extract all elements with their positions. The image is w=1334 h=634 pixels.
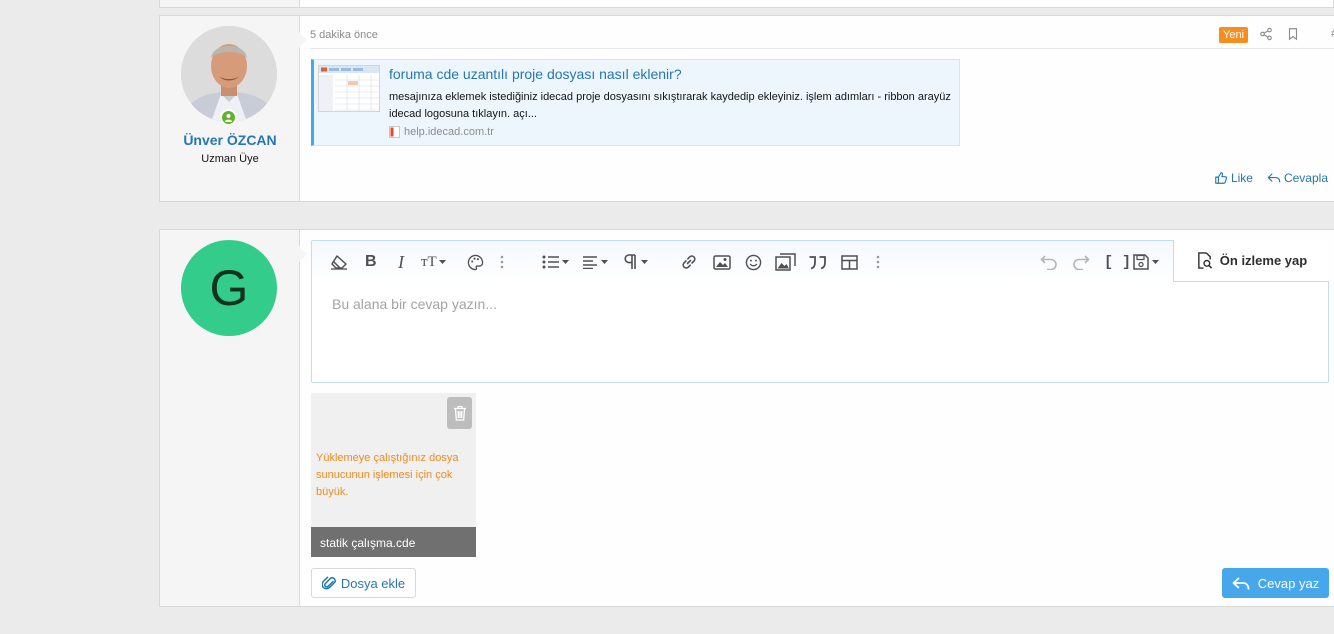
attachment-card: Yüklemeye çalıştığınız dosya sunucunun i… — [311, 393, 476, 557]
save-draft-icon[interactable] — [1133, 253, 1161, 271]
bold-icon[interactable]: B — [365, 253, 377, 271]
trash-icon — [453, 405, 466, 421]
previous-post-edge — [159, 0, 1334, 8]
unfurl-domain: help.idecad.com.tr — [389, 126, 494, 138]
paragraph-icon[interactable] — [622, 253, 650, 271]
user-photo-avatar — [181, 26, 277, 122]
author-title: Uzman Üye — [201, 153, 259, 165]
reply-icon — [1267, 173, 1281, 183]
italic-icon[interactable]: I — [398, 252, 404, 272]
align-icon[interactable] — [582, 253, 610, 271]
post-actions: Like Cevapla — [1214, 171, 1328, 185]
bbcode-icon[interactable]: [ ] — [1104, 253, 1131, 271]
preview-icon — [1197, 252, 1212, 269]
reply-textarea-placeholder[interactable]: Bu alana bir cevap yazın... — [332, 296, 497, 312]
upload-error-message: Yüklemeye çalıştığınız dosya sunucunun i… — [316, 452, 459, 498]
more-vertical-icon[interactable] — [876, 253, 880, 271]
author-avatar[interactable] — [181, 26, 277, 122]
reply-user-cell: G — [160, 230, 307, 606]
image-icon[interactable] — [713, 253, 731, 271]
preview-button[interactable]: Ön izleme yap — [1173, 240, 1329, 282]
reply-button[interactable]: Cevapla — [1267, 171, 1328, 185]
like-label: Like — [1230, 171, 1253, 185]
undo-icon[interactable] — [1040, 253, 1058, 271]
preview-label: Ön izleme yap — [1219, 253, 1308, 268]
reply-main: B I тT [] Ön izleme yap Bu alana bir ce… — [301, 230, 1334, 606]
submit-reply-label: Cevap yaz — [1257, 575, 1320, 591]
more-vertical-icon[interactable] — [500, 253, 504, 271]
list-icon[interactable] — [542, 253, 570, 271]
media-icon[interactable] — [775, 253, 796, 271]
post-main: 5 dakika önce Yeni #4 — [301, 16, 1334, 201]
online-user-icon — [220, 109, 237, 126]
rich-text-editor[interactable]: B I тT [] Ön izleme yap Bu alana bir ce… — [311, 240, 1329, 383]
attachment-filename: statik çalışma.cde — [311, 527, 476, 557]
submit-reply-button[interactable]: Cevap yaz — [1222, 568, 1329, 598]
eraser-icon[interactable] — [330, 253, 348, 271]
like-button[interactable]: Like — [1214, 171, 1253, 185]
palette-icon[interactable] — [467, 253, 484, 271]
smile-icon[interactable] — [745, 253, 762, 271]
unfurl-domain-text: help.idecad.com.tr — [404, 126, 494, 138]
forum-post: Ünver ÖZCAN Uzman Üye 5 dakika önce Yeni… — [159, 15, 1334, 202]
paperclip-icon — [321, 576, 336, 590]
delete-attachment-button[interactable] — [447, 397, 472, 429]
post-header: 5 dakika önce Yeni #4 — [310, 16, 1334, 49]
attach-file-button[interactable]: Dosya ekle — [311, 568, 416, 598]
bookmark-icon[interactable] — [1286, 27, 1300, 41]
quick-reply-form: G B I тT [] Ön izleme yap Bu alana bir … — [159, 229, 1334, 607]
table-icon[interactable] — [841, 253, 858, 271]
unfurl-thumbnail — [318, 65, 380, 112]
current-user-avatar[interactable]: G — [181, 240, 277, 336]
thumbs-up-icon — [1215, 172, 1228, 184]
post-time[interactable]: 5 dakika önce — [310, 29, 378, 41]
redo-icon[interactable] — [1072, 253, 1090, 271]
attach-file-label: Dosya ekle — [340, 575, 406, 591]
reply-icon — [1232, 576, 1250, 590]
quote-icon[interactable] — [808, 253, 827, 271]
unfurl-description: mesajınıza eklemek istediğiniz idecad pr… — [389, 91, 951, 120]
reply-label: Cevapla — [1283, 171, 1328, 185]
post-user-cell: Ünver ÖZCAN Uzman Üye — [160, 16, 307, 201]
link-unfurl-card[interactable]: foruma cde uzantılı proje dosyası nasıl … — [311, 59, 960, 146]
unfurl-title[interactable]: foruma cde uzantılı proje dosyası nasıl … — [389, 66, 682, 82]
text-size-icon[interactable]: тT — [421, 253, 447, 271]
link-icon[interactable] — [680, 253, 698, 271]
share-icon[interactable] — [1259, 27, 1273, 41]
new-badge: Yeni — [1219, 27, 1249, 43]
author-name[interactable]: Ünver ÖZCAN — [160, 132, 300, 148]
site-favicon-icon — [389, 126, 400, 138]
editor-toolbar: B I тT [] Ön izleme yap — [312, 240, 1329, 283]
